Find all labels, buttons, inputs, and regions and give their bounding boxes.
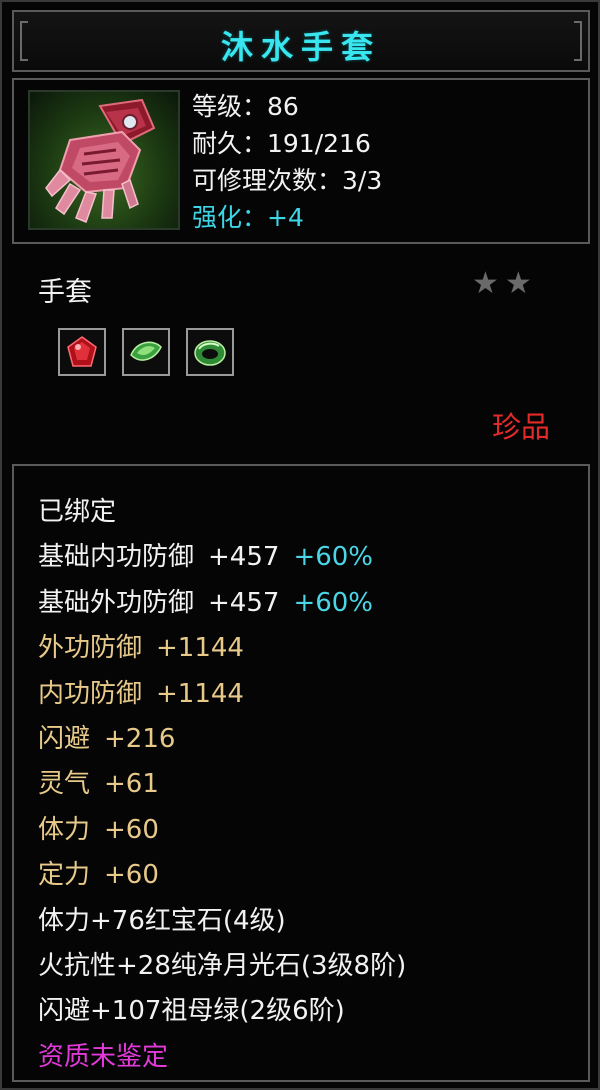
attr-value: +457 xyxy=(208,542,280,573)
attr-value: +61 xyxy=(104,769,159,800)
attr-label: 闪避 xyxy=(38,723,91,754)
gem-bonus-emerald: 闪避+107祖母绿(2级6阶) xyxy=(38,996,345,1027)
attr-value: +457 xyxy=(208,587,280,618)
star-rating: ★ ★ xyxy=(472,266,532,302)
item-type: 手套 xyxy=(38,277,92,308)
ruby-gem-icon[interactable] xyxy=(58,328,106,376)
attr-label: 体力 xyxy=(38,814,91,845)
enhance-text: 强化：+4 xyxy=(192,203,304,232)
attr-label: 基础外功防御 xyxy=(38,587,195,618)
durability-text: 耐久：191/216 xyxy=(192,129,371,158)
level-text: 等级：86 xyxy=(192,92,299,121)
base-inner-defense: 基础内功防御 +457 +60% xyxy=(38,535,406,580)
gem-bonus-moonstone: 火抗性+28纯净月光石(3级8阶) xyxy=(38,950,407,981)
focus: 定力 +60 xyxy=(38,853,406,898)
attr-value: +216 xyxy=(104,723,176,754)
moonstone-ring-icon[interactable] xyxy=(186,328,234,376)
attr-percent: +60% xyxy=(293,587,374,618)
attr-label: 内功防御 xyxy=(38,678,143,709)
spirit: 灵气 +61 xyxy=(38,762,406,807)
item-info-panel: 等级：86 耐久：191/216 可修理次数：3/3 强化：+4 xyxy=(12,78,590,244)
attr-value: +60 xyxy=(104,860,159,891)
attr-value: +1144 xyxy=(156,633,244,664)
rarity-label: 珍品 xyxy=(492,410,551,444)
item-tooltip: 沐水手套 等级：86 耐久：191/216 可修理次数：3/3 强化：+4 手套… xyxy=(0,0,600,1090)
attr-label: 灵气 xyxy=(38,769,91,800)
attributes-panel: 已绑定 基础内功防御 +457 +60% 基础外功防御 +457 +60% 外功防御 +1… xyxy=(12,464,590,1082)
bound-status: 已绑定 xyxy=(38,497,117,527)
stamina: 体力 +60 xyxy=(38,808,406,853)
inner-defense: 内功防御 +1144 xyxy=(38,672,406,717)
base-outer-defense: 基础外功防御 +457 +60% xyxy=(38,581,406,626)
item-title: 沐水手套 xyxy=(220,28,381,66)
gauntlet-icon xyxy=(28,90,180,230)
gem-bonus-ruby: 体力+76红宝石(4级) xyxy=(38,905,286,936)
attr-value: +60 xyxy=(104,814,159,845)
attr-percent: +60% xyxy=(293,542,374,573)
outer-defense: 外功防御 +1144 xyxy=(38,626,406,671)
attr-value: +1144 xyxy=(156,678,244,709)
emerald-gem-icon[interactable] xyxy=(122,328,170,376)
attr-label: 基础内功防御 xyxy=(38,542,195,573)
item-stats: 等级：86 耐久：191/216 可修理次数：3/3 强化：+4 xyxy=(192,88,382,236)
attribute-list: 已绑定 基础内功防御 +457 +60% 基础外功防御 +457 +60% 外功防御 +1… xyxy=(38,490,406,1080)
attr-label: 定力 xyxy=(38,860,91,891)
title-bar: 沐水手套 xyxy=(12,10,590,72)
star-icon: ★ xyxy=(472,266,499,301)
star-icon: ★ xyxy=(504,266,532,301)
gem-slots xyxy=(58,328,234,376)
aptitude-status: 资质未鉴定 xyxy=(38,1041,169,1072)
dodge: 闪避 +216 xyxy=(38,717,406,762)
repair-count-text: 可修理次数：3/3 xyxy=(192,166,383,195)
attr-label: 外功防御 xyxy=(38,633,143,664)
